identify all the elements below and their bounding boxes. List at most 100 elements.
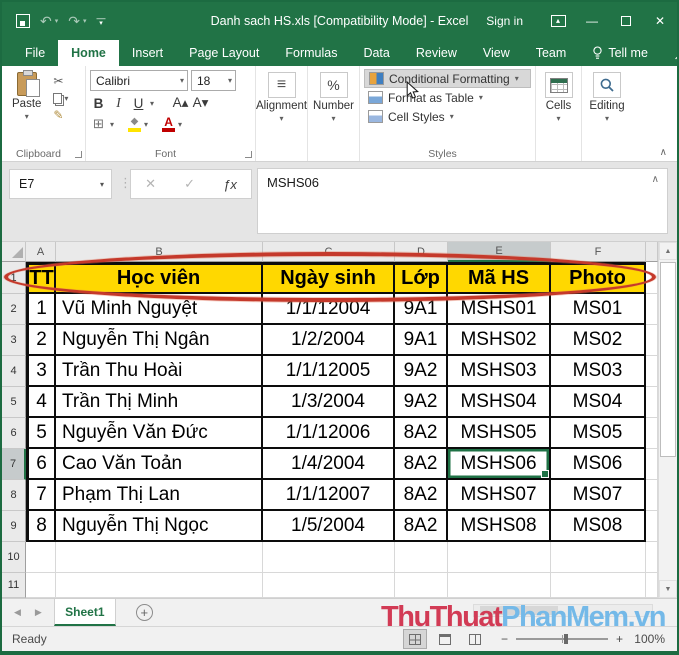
column-header-e[interactable]: E	[448, 242, 551, 262]
next-sheet-icon[interactable]: ▶	[35, 607, 42, 618]
save-icon[interactable]	[16, 14, 30, 28]
cell-partial-1[interactable]	[646, 262, 658, 294]
cell-B4[interactable]: Trần Thu Hoài	[56, 356, 263, 387]
vertical-scroll-thumb[interactable]	[660, 262, 676, 457]
cell-C6[interactable]: 1/1/12006	[263, 418, 395, 449]
column-header-a[interactable]: A	[26, 242, 56, 262]
cell-F11[interactable]	[551, 573, 646, 598]
tab-data[interactable]: Data	[350, 40, 402, 66]
cell-C10[interactable]	[263, 542, 395, 573]
cell-A11[interactable]	[26, 573, 56, 598]
cell-F6[interactable]: MS05	[551, 418, 646, 449]
cell-B8[interactable]: Phạm Thị Lan	[56, 480, 263, 511]
cell-partial-2[interactable]	[646, 294, 658, 325]
tab-home[interactable]: Home	[58, 40, 119, 66]
cell-E6[interactable]: MSHS05	[448, 418, 551, 449]
select-all-corner[interactable]	[2, 242, 26, 262]
cell-E10[interactable]	[448, 542, 551, 573]
cell-partial-9[interactable]	[646, 511, 658, 542]
vertical-scrollbar[interactable]: ▲ ▼	[658, 242, 677, 598]
clipboard-dialog-launcher[interactable]	[75, 151, 82, 158]
cell-E1[interactable]: Mã HS	[448, 262, 551, 294]
cell-C4[interactable]: 1/1/12005	[263, 356, 395, 387]
tab-team[interactable]: Team	[523, 40, 580, 66]
cell-B10[interactable]	[56, 542, 263, 573]
tab-sheet1[interactable]: Sheet1	[54, 599, 116, 626]
scroll-up-icon[interactable]: ▲	[659, 242, 677, 260]
cell-E11[interactable]	[448, 573, 551, 598]
cell-F8[interactable]: MS07	[551, 480, 646, 511]
cell-B1[interactable]: Học viên	[56, 262, 263, 294]
scroll-down-icon[interactable]: ▼	[659, 580, 677, 598]
cell-A3[interactable]: 2	[26, 325, 56, 356]
new-sheet-button[interactable]: +	[136, 604, 153, 621]
cell-D10[interactable]	[395, 542, 448, 573]
font-name-select[interactable]: Calibri▾	[90, 70, 188, 91]
cell-styles-button[interactable]: Cell Styles ▾	[364, 107, 531, 126]
tab-page-layout[interactable]: Page Layout	[176, 40, 272, 66]
tab-formulas[interactable]: Formulas	[272, 40, 350, 66]
row-header-8[interactable]: 8	[2, 480, 26, 511]
column-header-c[interactable]: C	[263, 242, 395, 262]
minimize-button[interactable]: —	[575, 2, 609, 40]
cell-E3[interactable]: MSHS02	[448, 325, 551, 356]
bold-button[interactable]: B	[90, 94, 107, 112]
cell-E8[interactable]: MSHS07	[448, 480, 551, 511]
customize-qat-icon[interactable]: —▾	[97, 16, 106, 26]
number-button[interactable]: % Number ▾	[312, 70, 355, 125]
column-header-b[interactable]: B	[56, 242, 263, 262]
fill-color-button[interactable]: ◆	[128, 116, 141, 132]
cell-D7[interactable]: 8A2	[395, 449, 448, 480]
cell-A7[interactable]: 6	[26, 449, 56, 480]
cell-D11[interactable]	[395, 573, 448, 598]
formula-input[interactable]: MSHS06 ∧	[257, 168, 668, 234]
zoom-level[interactable]: 100%	[631, 632, 667, 646]
cell-partial-3[interactable]	[646, 325, 658, 356]
cell-C7[interactable]: 1/4/2004	[263, 449, 395, 480]
cell-B11[interactable]	[56, 573, 263, 598]
row-header-9[interactable]: 9	[2, 511, 26, 542]
cell-D3[interactable]: 9A1	[395, 325, 448, 356]
cell-B2[interactable]: Vũ Minh Nguyệt	[56, 294, 263, 325]
format-painter-button[interactable]: ✎	[53, 108, 68, 122]
cell-B5[interactable]: Trần Thị Minh	[56, 387, 263, 418]
tab-share[interactable]: Share	[661, 40, 679, 66]
cell-A9[interactable]: 8	[26, 511, 56, 542]
row-header-7[interactable]: 7	[2, 449, 26, 480]
maximize-button[interactable]	[609, 2, 643, 40]
cell-D1[interactable]: Lớp	[395, 262, 448, 294]
conditional-formatting-button[interactable]: Conditional Formatting ▾	[364, 69, 531, 88]
zoom-slider-thumb[interactable]	[564, 634, 568, 644]
cell-E4[interactable]: MSHS03	[448, 356, 551, 387]
collapse-ribbon-button[interactable]: ∧	[660, 147, 667, 158]
cell-D6[interactable]: 8A2	[395, 418, 448, 449]
cut-button[interactable]: ✂	[53, 74, 68, 88]
font-color-button[interactable]: A	[162, 116, 175, 132]
cell-A4[interactable]: 3	[26, 356, 56, 387]
zoom-slider[interactable]	[516, 638, 608, 640]
tab-review[interactable]: Review	[403, 40, 470, 66]
undo-caret-icon[interactable]: ▾	[55, 17, 59, 25]
cell-A2[interactable]: 1	[26, 294, 56, 325]
undo-icon[interactable]: ↶	[40, 13, 52, 30]
cell-B6[interactable]: Nguyễn Văn Đức	[56, 418, 263, 449]
cell-D2[interactable]: 9A1	[395, 294, 448, 325]
cell-partial-10[interactable]	[646, 542, 658, 573]
cell-E9[interactable]: MSHS08	[448, 511, 551, 542]
cell-A10[interactable]	[26, 542, 56, 573]
tab-tell-me[interactable]: Tell me	[579, 40, 661, 66]
cell-E2[interactable]: MSHS01	[448, 294, 551, 325]
close-button[interactable]: ✕	[643, 2, 677, 40]
row-header-11[interactable]: 11	[2, 573, 26, 598]
cancel-button[interactable]: ✕	[145, 176, 156, 192]
column-header-d[interactable]: D	[395, 242, 448, 262]
row-header-1[interactable]: 1	[2, 262, 26, 294]
row-header-3[interactable]: 3	[2, 325, 26, 356]
cell-C11[interactable]	[263, 573, 395, 598]
underline-button[interactable]: U	[130, 94, 147, 112]
cell-F7[interactable]: MS06	[551, 449, 646, 480]
cell-B9[interactable]: Nguyễn Thị Ngọc	[56, 511, 263, 542]
sign-in-button[interactable]: Sign in	[468, 14, 541, 28]
redo-icon[interactable]: ↷	[68, 13, 80, 30]
enter-button[interactable]: ✓	[184, 176, 195, 192]
